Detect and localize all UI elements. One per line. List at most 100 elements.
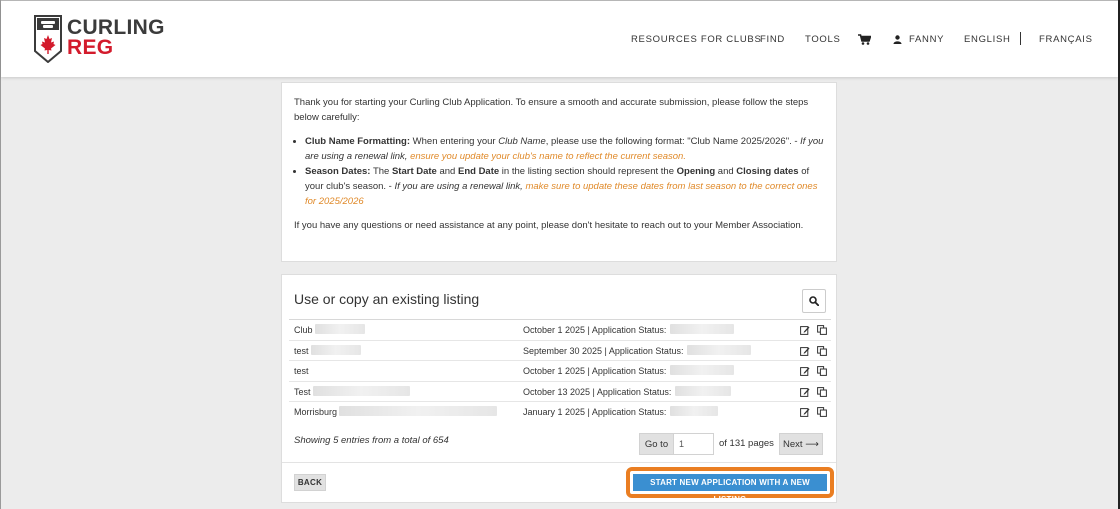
listing-date-text: October 13 2025 | Application Status: bbox=[523, 386, 672, 397]
user-icon bbox=[893, 35, 902, 48]
table-row: Morrisburg January 1 2025 | Application … bbox=[289, 401, 831, 422]
season-and: and bbox=[436, 166, 458, 177]
start-new-application-button[interactable]: START NEW APPLICATION WITH A NEW LISTING bbox=[633, 474, 827, 504]
season-text-1: The bbox=[370, 166, 392, 177]
season-end-date: End Date bbox=[457, 166, 500, 177]
copy-icon[interactable] bbox=[817, 407, 827, 418]
listing-name: Morrisburg bbox=[294, 402, 498, 422]
logo-line-reg: REG bbox=[67, 36, 114, 59]
row-actions bbox=[800, 407, 827, 418]
listing-name-text: Test bbox=[294, 386, 311, 397]
listing-name: test bbox=[294, 341, 361, 361]
nav-separator bbox=[1020, 32, 1021, 45]
redacted-text bbox=[339, 406, 498, 417]
curlingreg-logo[interactable]: CURLING REG bbox=[34, 15, 164, 65]
copy-icon[interactable] bbox=[817, 366, 827, 377]
search-icon bbox=[809, 296, 819, 306]
arrow-right-icon: ⟶ bbox=[805, 439, 819, 450]
copy-icon[interactable] bbox=[817, 386, 827, 397]
listing-date-status: January 1 2025 | Application Status: bbox=[523, 402, 719, 422]
redacted-text bbox=[314, 324, 365, 334]
listing-table: Club October 1 2025 | Application Status… bbox=[289, 319, 831, 422]
nav-tools[interactable]: TOOLS bbox=[805, 34, 841, 46]
table-row: test September 30 2025 | Application Sta… bbox=[289, 339, 831, 361]
club-name-label: Club Name Formatting: bbox=[305, 136, 411, 147]
logo-wordmark: CURLING REG bbox=[67, 16, 165, 59]
redacted-status bbox=[687, 344, 752, 355]
listing-title: Use or copy an existing listing bbox=[294, 291, 480, 307]
table-row: Club October 1 2025 | Application Status… bbox=[289, 319, 831, 340]
total-pages-label: of 131 pages bbox=[719, 438, 774, 449]
edit-icon[interactable] bbox=[800, 346, 810, 356]
listing-name-text: Club bbox=[294, 325, 313, 335]
season-and-2: and bbox=[715, 166, 737, 177]
next-page-button[interactable]: Next ⟶ bbox=[778, 433, 823, 455]
season-opening: Opening bbox=[676, 166, 716, 177]
listing-name-text: test bbox=[294, 366, 309, 377]
copy-icon[interactable] bbox=[817, 325, 827, 335]
back-button[interactable]: BACK bbox=[294, 474, 326, 491]
existing-listing-panel: Use or copy an existing listing Club Oct… bbox=[281, 274, 837, 504]
nav-user-account[interactable]: FANNY bbox=[909, 34, 944, 46]
listing-name: test bbox=[294, 361, 309, 381]
listing-date-text: September 30 2025 | Application Status: bbox=[523, 345, 684, 356]
copy-icon[interactable] bbox=[817, 345, 827, 356]
redacted-status bbox=[670, 406, 719, 417]
panel-divider bbox=[282, 462, 836, 463]
row-actions bbox=[800, 366, 827, 377]
next-label: Next bbox=[783, 439, 803, 450]
row-actions bbox=[800, 386, 827, 397]
listing-name-text: Morrisburg bbox=[294, 407, 338, 418]
instruction-club-name: Club Name Formatting: When entering your… bbox=[305, 134, 824, 164]
listing-date-status: September 30 2025 | Application Status: bbox=[523, 341, 752, 361]
nav-resources-for-clubs[interactable]: RESOURCES FOR CLUBS bbox=[631, 34, 762, 46]
edit-icon[interactable] bbox=[800, 407, 810, 418]
listing-date-text: October 1 2025 | Application Status: bbox=[523, 325, 667, 335]
redacted-status bbox=[670, 324, 735, 334]
entries-summary: Showing 5 entries from a total of 654 bbox=[294, 435, 449, 446]
season-closing: Closing dates bbox=[736, 166, 799, 177]
listing-date-text: January 1 2025 | Application Status: bbox=[523, 407, 667, 418]
instructions-intro: Thank you for starting your Curling Club… bbox=[294, 97, 809, 123]
cart-icon[interactable] bbox=[858, 34, 872, 49]
season-renewal-note: If you are using a renewal link, bbox=[394, 181, 526, 192]
row-actions bbox=[800, 345, 827, 356]
season-dates-label: Season Dates: bbox=[305, 166, 371, 177]
nav-language-english[interactable]: ENGLISH bbox=[964, 34, 1011, 46]
listing-date-status: October 1 2025 | Application Status: bbox=[523, 361, 735, 381]
page-number-input[interactable] bbox=[673, 433, 714, 455]
table-row: Test October 13 2025 | Application Statu… bbox=[289, 380, 831, 402]
nav-find[interactable]: FIND bbox=[760, 34, 785, 46]
season-start-date: Start Date bbox=[391, 166, 437, 177]
pagination: Go to of 131 pages Next ⟶ bbox=[639, 433, 823, 455]
listing-date-text: October 1 2025 | Application Status: bbox=[523, 366, 667, 377]
curling-shield-icon bbox=[34, 15, 62, 63]
search-button[interactable] bbox=[802, 289, 826, 313]
table-row: test October 1 2025 | Application Status… bbox=[289, 360, 831, 381]
listing-date-status: October 13 2025 | Application Status: bbox=[523, 382, 732, 402]
redacted-status bbox=[670, 365, 735, 376]
instructions-list: Club Name Formatting: When entering your… bbox=[305, 134, 824, 209]
instructions-panel: Thank you for starting your Curling Club… bbox=[281, 82, 837, 262]
logo-line-curling: CURLING bbox=[67, 16, 165, 39]
row-actions bbox=[800, 325, 827, 335]
goto-button[interactable]: Go to bbox=[639, 433, 673, 455]
club-text-2: , please use the following format: "Club… bbox=[545, 136, 801, 147]
edit-icon[interactable] bbox=[800, 387, 810, 397]
season-text-2: in the listing section should represent … bbox=[499, 166, 677, 177]
listing-name-text: test bbox=[294, 345, 309, 356]
site-header: CURLING REG RESOURCES FOR CLUBS FIND TOO… bbox=[1, 1, 1118, 77]
club-text-italic: Club Name bbox=[498, 136, 546, 147]
instruction-season-dates: Season Dates: The Start Date and End Dat… bbox=[305, 164, 824, 209]
redacted-status bbox=[675, 385, 732, 396]
club-renewal-highlight: ensure you update your club's name to re… bbox=[410, 151, 686, 162]
instructions-closing: If you have any questions or need assist… bbox=[294, 220, 804, 231]
nav-language-francais[interactable]: FRANÇAIS bbox=[1039, 34, 1093, 46]
listing-name: Club bbox=[294, 320, 365, 340]
listing-name: Test bbox=[294, 382, 410, 402]
edit-icon[interactable] bbox=[800, 366, 810, 377]
edit-icon[interactable] bbox=[800, 325, 810, 335]
redacted-text bbox=[310, 344, 361, 355]
redacted-text bbox=[312, 385, 410, 396]
listing-date-status: October 1 2025 | Application Status: bbox=[523, 320, 735, 340]
